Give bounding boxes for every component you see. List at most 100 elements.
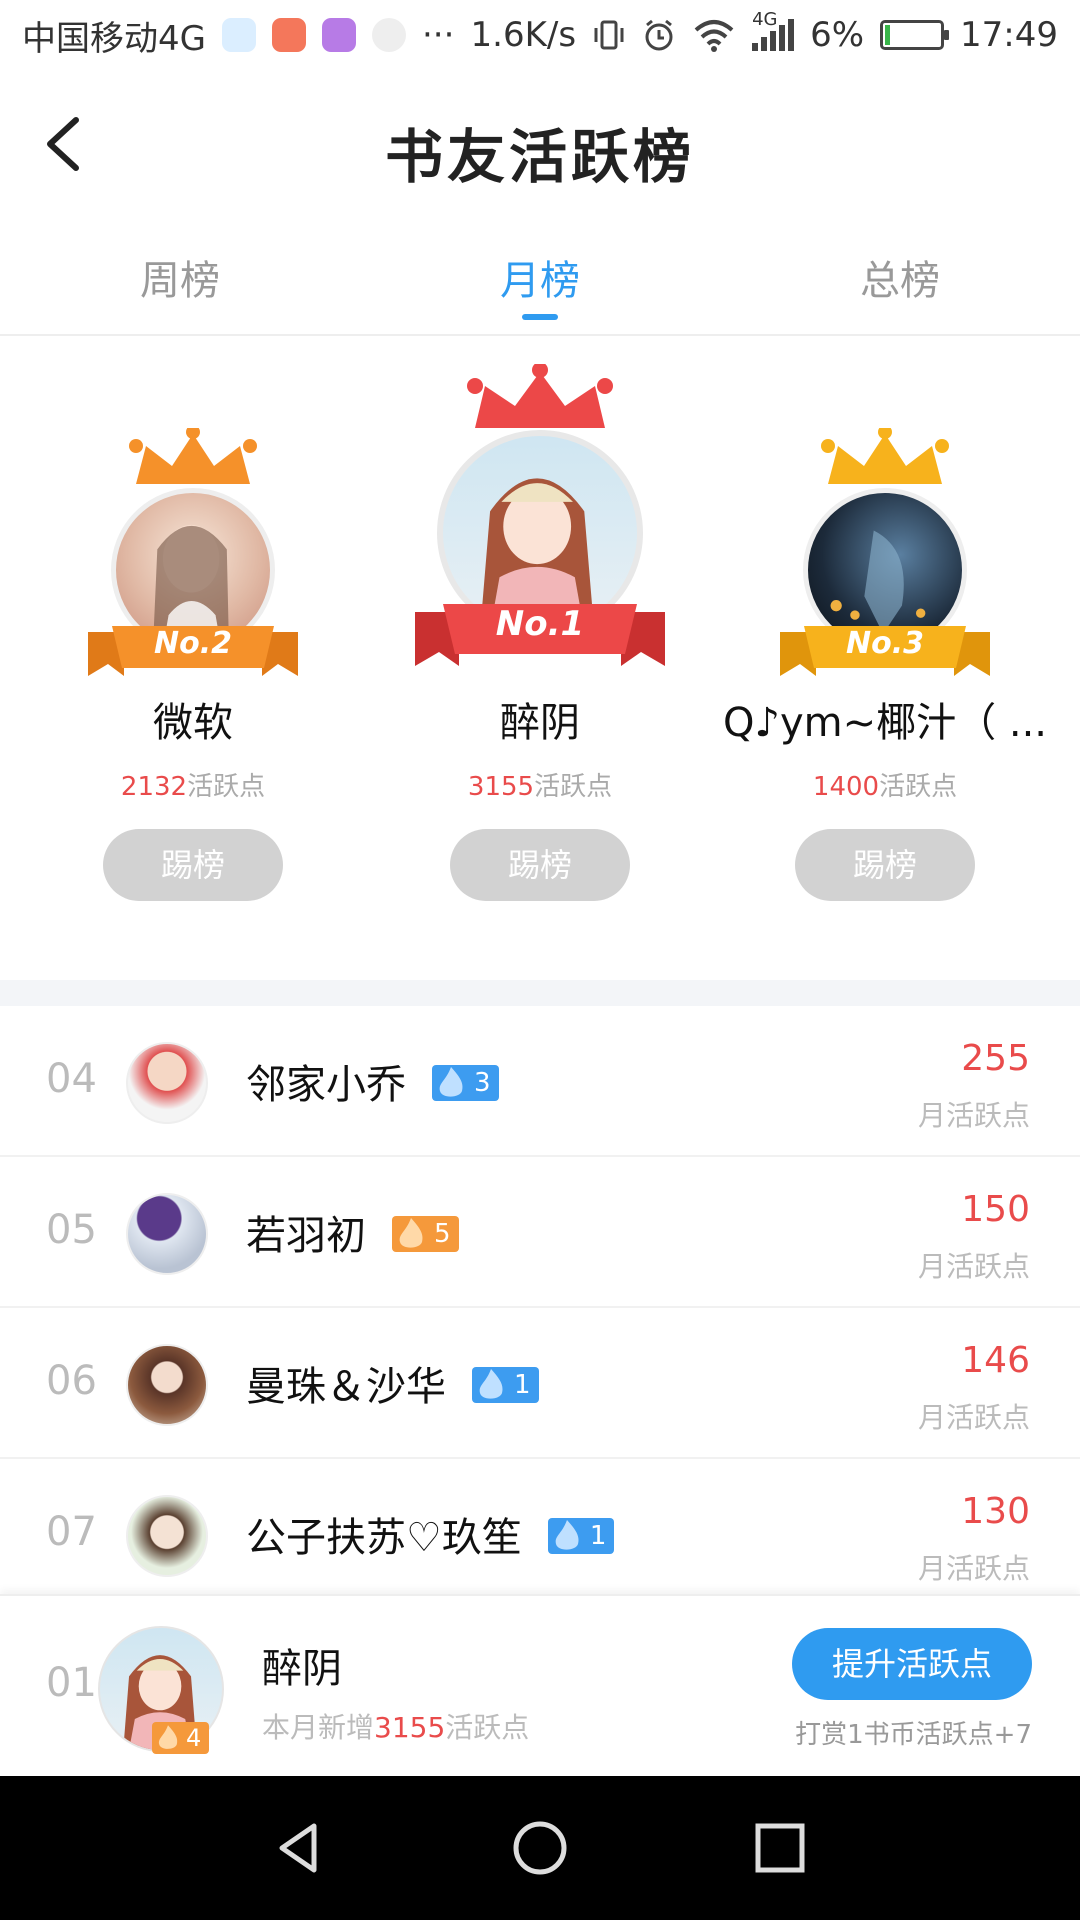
podium-points: 3155活跃点 (367, 766, 713, 803)
nav-home-icon[interactable] (508, 1816, 572, 1880)
mail-app-icon (271, 18, 306, 52)
tab-active-indicator (522, 314, 558, 320)
level-badge: 1 (547, 1518, 615, 1554)
clock: 17:49 (960, 15, 1058, 55)
crown-icon (821, 428, 949, 484)
top-three-podium: No.2 微软 2132活跃点 踢榜 No.1 醉阴 3155活跃点 踢榜 No… (0, 338, 1080, 978)
list-item[interactable]: 04 邻家小乔 3 255 月活跃点 (0, 1006, 1080, 1157)
level-badge: 3 (432, 1065, 499, 1101)
app-notification-icon (221, 18, 256, 52)
user-name-text: 若羽初 (246, 1213, 366, 1259)
score-unit: 月活跃点 (917, 1250, 1030, 1283)
sheep-app-icon (371, 18, 406, 52)
kick-button[interactable]: 踢榜 (103, 829, 283, 901)
nav-recents-icon[interactable] (748, 1816, 812, 1880)
avatar[interactable] (126, 1042, 208, 1124)
flame-icon (399, 1218, 423, 1248)
tab-weekly-label: 周榜 (140, 258, 220, 304)
podium-points: 2132活跃点 (20, 766, 366, 803)
crown-icon (129, 428, 257, 484)
rank-label: No.2 (154, 626, 232, 661)
header: 书友活跃榜 (0, 70, 1080, 220)
summary-prefix: 本月新增 (262, 1711, 375, 1744)
section-divider (0, 980, 1080, 1006)
rank-label: No.3 (846, 626, 924, 661)
user-name: 曼珠＆沙华 1 (246, 1354, 539, 1412)
my-rank-bar: 01 4 醉阴 本月新增3155活跃点 提升活跃点 打赏1书币活跃点+7 (0, 1594, 1080, 1776)
status-bar: 中国移动4G ··· 1.6K/s 4G 6% 17:49 (0, 0, 1080, 70)
user-name-text: 公子扶苏♡玖笙 (246, 1515, 522, 1561)
points-value: 3155 (467, 772, 535, 802)
summary-suffix: 活跃点 (445, 1711, 530, 1744)
points-value: 1400 (812, 772, 880, 802)
my-monthly-summary: 本月新增3155活跃点 (262, 1706, 529, 1746)
flame-icon (555, 1520, 579, 1550)
boost-activity-button[interactable]: 提升活跃点 (792, 1628, 1032, 1700)
vibrate-icon (594, 20, 624, 50)
kick-button[interactable]: 踢榜 (450, 829, 630, 901)
nav-back-icon[interactable] (268, 1816, 332, 1880)
score-unit: 月活跃点 (917, 1552, 1030, 1585)
net-speed: 1.6K/s (470, 15, 577, 55)
score-value: 255 (961, 1038, 1030, 1079)
avatar[interactable] (126, 1193, 208, 1275)
level-number: 3 (474, 1068, 491, 1098)
flame-icon (439, 1067, 463, 1097)
score-unit: 月活跃点 (917, 1099, 1030, 1132)
rank-number: 04 (46, 1056, 97, 1102)
rank-number: 06 (46, 1358, 97, 1404)
tab-total[interactable]: 总榜 (720, 220, 1080, 334)
user-name: 若羽初 5 (246, 1203, 459, 1261)
list-item[interactable]: 06 曼珠＆沙华 1 146 月活跃点 (0, 1308, 1080, 1459)
podium-rank-3: No.3 Q♪ym~椰汁（ ... 1400活跃点 踢榜 (712, 428, 1058, 901)
user-name: 邻家小乔 3 (246, 1052, 499, 1110)
my-level-number: 4 (186, 1724, 202, 1752)
podium-points: 1400活跃点 (712, 766, 1058, 803)
list-item[interactable]: 07 公子扶苏♡玖笙 1 130 月活跃点 (0, 1459, 1080, 1610)
avatar[interactable] (126, 1495, 208, 1577)
page-title: 书友活跃榜 (384, 123, 695, 191)
summary-points: 3155 (374, 1711, 446, 1744)
carrier-label: 中国移动4G (22, 18, 206, 59)
user-name: 公子扶苏♡玖笙 1 (246, 1505, 615, 1563)
my-name: 醉阴 (262, 1646, 342, 1692)
user-name-text: 曼珠＆沙华 (246, 1364, 446, 1410)
podium-rank-2: No.2 微软 2132活跃点 踢榜 (20, 428, 366, 901)
reward-hint: 打赏1书币活跃点+7 (795, 1720, 1032, 1750)
level-number: 5 (434, 1219, 451, 1249)
crown-icon (467, 364, 613, 428)
level-number: 1 (589, 1521, 607, 1551)
battery-percent: 6% (810, 15, 865, 55)
score-value: 146 (961, 1340, 1030, 1381)
tab-weekly[interactable]: 周榜 (0, 220, 360, 334)
gallery-app-icon (321, 18, 356, 52)
level-badge: 1 (472, 1367, 539, 1403)
flame-icon (479, 1369, 503, 1399)
score-value: 130 (961, 1491, 1030, 1532)
rank-number: 05 (46, 1207, 97, 1253)
podium-name: Q♪ym~椰汁（ ... (722, 700, 1048, 746)
tab-monthly[interactable]: 月榜 (360, 220, 720, 334)
points-value: 2132 (120, 772, 188, 802)
points-unit: 活跃点 (534, 772, 613, 802)
score-unit: 月活跃点 (917, 1401, 1030, 1434)
level-number: 1 (514, 1370, 531, 1400)
points-unit: 活跃点 (187, 772, 266, 802)
avatar[interactable] (126, 1344, 208, 1426)
system-nav-bar (0, 1776, 1080, 1920)
tab-monthly-label: 月榜 (500, 258, 580, 304)
flame-icon (158, 1725, 178, 1749)
my-level-badge: 4 (152, 1722, 210, 1754)
ranking-list: 04 邻家小乔 3 255 月活跃点 05 若羽初 5 150 月活跃点 06 曼珠… (0, 1006, 1080, 1610)
score-value: 150 (961, 1189, 1030, 1230)
more-notifications-icon: ··· (421, 15, 455, 55)
kick-button[interactable]: 踢榜 (795, 829, 975, 901)
wifi-icon (694, 20, 734, 52)
ranking-tabs: 周榜 月榜 总榜 (0, 220, 1080, 336)
my-rank-number: 01 (46, 1660, 97, 1706)
level-badge: 5 (392, 1216, 459, 1252)
alarm-icon (645, 19, 673, 51)
battery-icon (880, 20, 950, 50)
rank-label: No.1 (495, 604, 585, 644)
list-item[interactable]: 05 若羽初 5 150 月活跃点 (0, 1157, 1080, 1308)
